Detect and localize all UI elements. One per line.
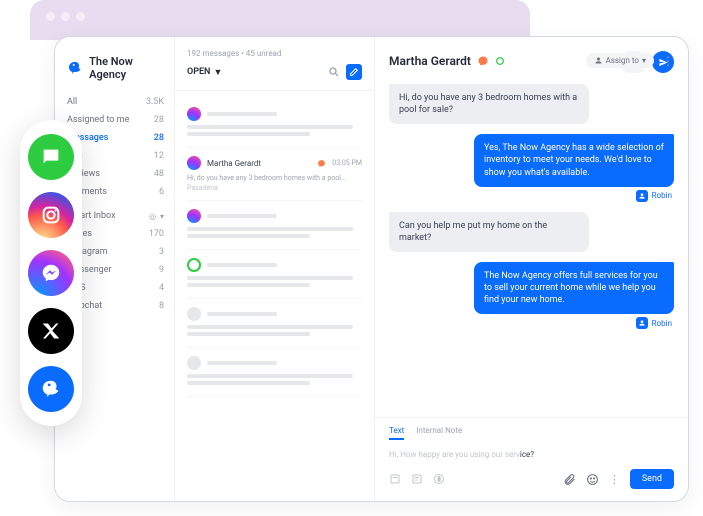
conversation-item[interactable] (187, 250, 362, 299)
payment-icon[interactable]: $ (433, 473, 445, 485)
agent-name: Robin (652, 319, 672, 328)
status-filter-label: OPEN (187, 67, 210, 77)
chat-contact-name: Martha Gerardt (389, 54, 471, 68)
status-filter[interactable]: OPEN ▼ (187, 67, 222, 78)
sidebar-item-label: Assigned to me (67, 115, 129, 125)
messenger-source-icon (477, 55, 489, 67)
messenger-source-icon (317, 159, 326, 168)
chat-header: Martha Gerardt Assign to ▾ ⋮ (375, 37, 688, 80)
composer-input[interactable]: Hi, How happy are you using our service? (389, 446, 674, 469)
sidebar-item-count: 3.5K (146, 97, 164, 107)
convo-item-time: 03:05 PM (332, 159, 362, 167)
app-window: The Now Agency All 3.5K Assigned to me 2… (54, 36, 689, 502)
convo-item-location: Pasadena (187, 184, 362, 192)
outgoing-message: Yes, The Now Agency has a wide selection… (389, 134, 674, 201)
user-icon (594, 56, 603, 65)
conversation-item[interactable] (187, 299, 362, 348)
agent-tag: Robin (474, 190, 674, 202)
conversation-item[interactable]: Martha Gerardt 03:05 PM Hi, do you have an… (187, 148, 362, 201)
agent-tag: Robin (474, 317, 674, 329)
sidebar-item-messages[interactable]: Messages 28 (67, 129, 164, 147)
conversation-item[interactable] (187, 99, 362, 148)
channel-strip (20, 120, 82, 426)
sidebar-item-count: 170 (149, 229, 164, 239)
agent-name: Robin (652, 191, 672, 200)
mock-browser-tabbar (30, 0, 530, 40)
template-icon[interactable] (389, 473, 401, 485)
sidebar-item-label: All (67, 97, 77, 107)
emoji-icon[interactable] (586, 473, 599, 486)
search-icon[interactable] (328, 66, 340, 78)
more-menu-icon[interactable]: ⋮ (662, 54, 674, 68)
chevron-down-icon: ▾ (160, 212, 164, 221)
message-bubble: Hi, do you have any 3 bedroom homes with… (389, 84, 589, 124)
chevron-down-icon: ▼ (213, 67, 222, 78)
sidebar-item-assigned[interactable]: Assigned to me 28 (67, 111, 164, 129)
svg-text:$: $ (437, 476, 440, 483)
incoming-message: Can you help me put my home on the marke… (389, 212, 674, 252)
brand-row: The Now Agency (67, 55, 164, 81)
agent-avatar-icon (636, 190, 648, 202)
sidebar-item-count: 4 (159, 283, 164, 293)
brand-name: The Now Agency (89, 55, 164, 81)
composer: Text Internal Note Hi, How happy are you… (375, 417, 688, 501)
compose-button[interactable] (346, 64, 362, 80)
conversation-item[interactable] (187, 348, 362, 397)
x-channel-icon (28, 308, 74, 354)
attachment-icon[interactable] (563, 473, 576, 486)
sidebar-item-count: 12 (154, 151, 164, 161)
convo-item-preview: Hi, do you have any 3 bedroom homes with… (187, 174, 362, 182)
assign-button[interactable]: Assign to ▾ (586, 53, 654, 68)
outgoing-message: The Now Agency offers full services for … (389, 262, 674, 329)
conversation-list: 192 messages • 45 unread OPEN ▼ Martha G… (175, 37, 375, 501)
sidebar-item-count: 48 (154, 169, 164, 179)
messenger-channel-icon (28, 250, 74, 296)
birdeye-channel-icon (28, 366, 74, 412)
incoming-message: Hi, do you have any 3 bedroom homes with… (389, 84, 674, 124)
sms-channel-icon (28, 134, 74, 180)
chevron-down-icon: ▾ (642, 56, 646, 65)
sidebar-item-count: 3 (159, 247, 164, 257)
brand-logo-icon (67, 59, 83, 77)
send-button[interactable]: Send (630, 469, 674, 489)
agent-avatar-icon (636, 317, 648, 329)
sidebar-item-count: 28 (154, 133, 164, 143)
conversation-item[interactable] (187, 201, 362, 250)
assign-label: Assign to (606, 56, 639, 65)
convo-meta: 192 messages • 45 unread (187, 49, 362, 58)
message-bubble: Yes, The Now Agency has a wide selection… (474, 134, 674, 186)
message-bubble: The Now Agency offers full services for … (474, 262, 674, 314)
status-dot-icon (495, 56, 505, 66)
convo-item-name: Martha Gerardt (207, 159, 311, 168)
sidebar-item-count: 9 (159, 265, 164, 275)
message-bubble: Can you help me put my home on the marke… (389, 212, 589, 252)
sidebar-item-count: 8 (159, 301, 164, 311)
composer-placeholder: Hi, How happy are you using our serv (389, 450, 520, 459)
composer-tab-note[interactable]: Internal Note (416, 426, 462, 440)
sidebar-item-count: 6 (159, 187, 164, 197)
eye-icon: ◎ (149, 212, 156, 221)
chat-pane: Martha Gerardt Assign to ▾ ⋮ Hi, do you … (375, 37, 688, 501)
composer-typed-text: ice? (520, 450, 534, 459)
more-composer-icon[interactable]: ⋮ (609, 473, 620, 486)
snippet-icon[interactable] (411, 473, 423, 485)
composer-tab-text[interactable]: Text (389, 426, 404, 440)
instagram-channel-icon (28, 192, 74, 238)
sidebar-item-count: 28 (154, 115, 164, 125)
sidebar-item-all[interactable]: All 3.5K (67, 93, 164, 111)
